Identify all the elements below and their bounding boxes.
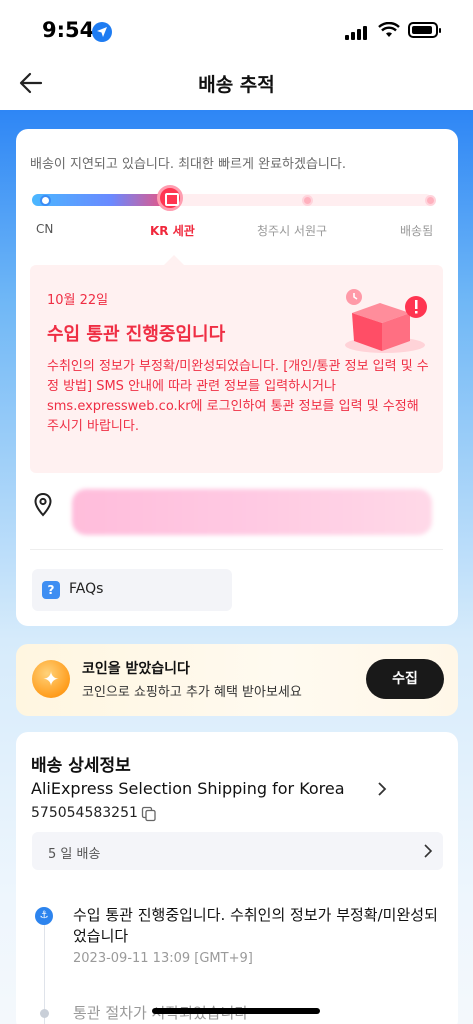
timeline-dot (40, 1009, 49, 1018)
coin-banner: ✦ 코인을 받았습니다 코인으로 쇼핑하고 추가 혜택 받아보세요 수집 (16, 644, 458, 716)
notice-date: 10월 22일 (47, 293, 109, 308)
carrier-name[interactable]: AliExpress Selection Shipping for Korea (31, 779, 345, 798)
notice-body: 수취인의 정보가 부정확/미완성되었습니다. [개인/통관 정보 입력 및 수정… (47, 359, 429, 434)
shipping-details-card: 배송 상세정보 AliExpress Selection Shipping fo… (16, 732, 458, 1024)
delivery-days: 5 일 배송 (48, 847, 101, 862)
copy-icon[interactable] (141, 806, 157, 822)
chevron-right-icon (424, 844, 433, 858)
step-label-kr-customs: KR 세관 (150, 224, 195, 238)
details-heading: 배송 상세정보 (31, 756, 131, 776)
redacted-address (72, 489, 432, 535)
question-icon: ? (42, 581, 60, 599)
notice-pointer (164, 255, 184, 265)
coin-sparkle-icon: ✦ (32, 660, 70, 698)
step-dot-cn (40, 195, 51, 206)
delivery-days-row[interactable]: 5 일 배송 (32, 832, 443, 870)
progress-track (32, 185, 444, 211)
step-dot-city (302, 195, 313, 206)
step-label-delivered: 배송됨 (400, 224, 434, 238)
notice-title: 수입 통관 진행중입니다 (47, 324, 226, 345)
coin-subtitle: 코인으로 쇼핑하고 추가 혜택 받아보세요 (82, 685, 302, 700)
coin-title: 코인을 받았습니다 (82, 661, 190, 677)
faq-button[interactable]: ? FAQs (32, 569, 232, 611)
home-indicator[interactable] (152, 1008, 320, 1014)
customs-notice: 10월 22일 수입 통관 진행중입니다 수취인의 정보가 부정확/미완성되었습… (30, 265, 443, 473)
faq-label: FAQs (69, 581, 104, 597)
location-pin-icon (34, 493, 52, 517)
step-dot-delivered (425, 195, 436, 206)
status-bar: 9:54 (0, 0, 473, 56)
collect-coins-button[interactable]: 수집 (366, 659, 444, 699)
location-arrow-icon (92, 22, 112, 42)
cellular-signal-icon (345, 24, 369, 40)
progress-track-fill (32, 194, 176, 206)
wifi-icon (378, 22, 400, 37)
chevron-right-icon[interactable] (376, 781, 388, 797)
step-label-cn: CN (36, 222, 54, 236)
tracking-summary-card: 배송이 지연되고 있습니다. 최대한 빠르게 완료하겠습니다. CN KR 세관… (16, 129, 458, 626)
step-label-city: 청주시 서원구 (257, 224, 328, 238)
package-warning-icon (345, 289, 427, 353)
tracking-number: 575054583251 (31, 805, 138, 821)
delay-message: 배송이 지연되고 있습니다. 최대한 빠르게 완료하겠습니다. (30, 157, 346, 172)
battery-icon (408, 22, 441, 38)
page-title: 배송 추적 (198, 74, 275, 96)
status-time: 9:54 (42, 18, 95, 42)
timeline-event-time: 2023-09-11 13:09 [GMT+9] (73, 951, 253, 966)
customs-icon (157, 185, 183, 211)
shipping-address[interactable] (30, 485, 443, 550)
timeline-event-title: 수입 통관 진행중입니다. 수취인의 정보가 부정확/미완성되었습니다 (73, 906, 438, 945)
top-bar: 9:54 배송 추적 (0, 0, 473, 110)
anchor-icon: ⚓ (35, 907, 53, 925)
timeline-line (44, 917, 45, 1024)
